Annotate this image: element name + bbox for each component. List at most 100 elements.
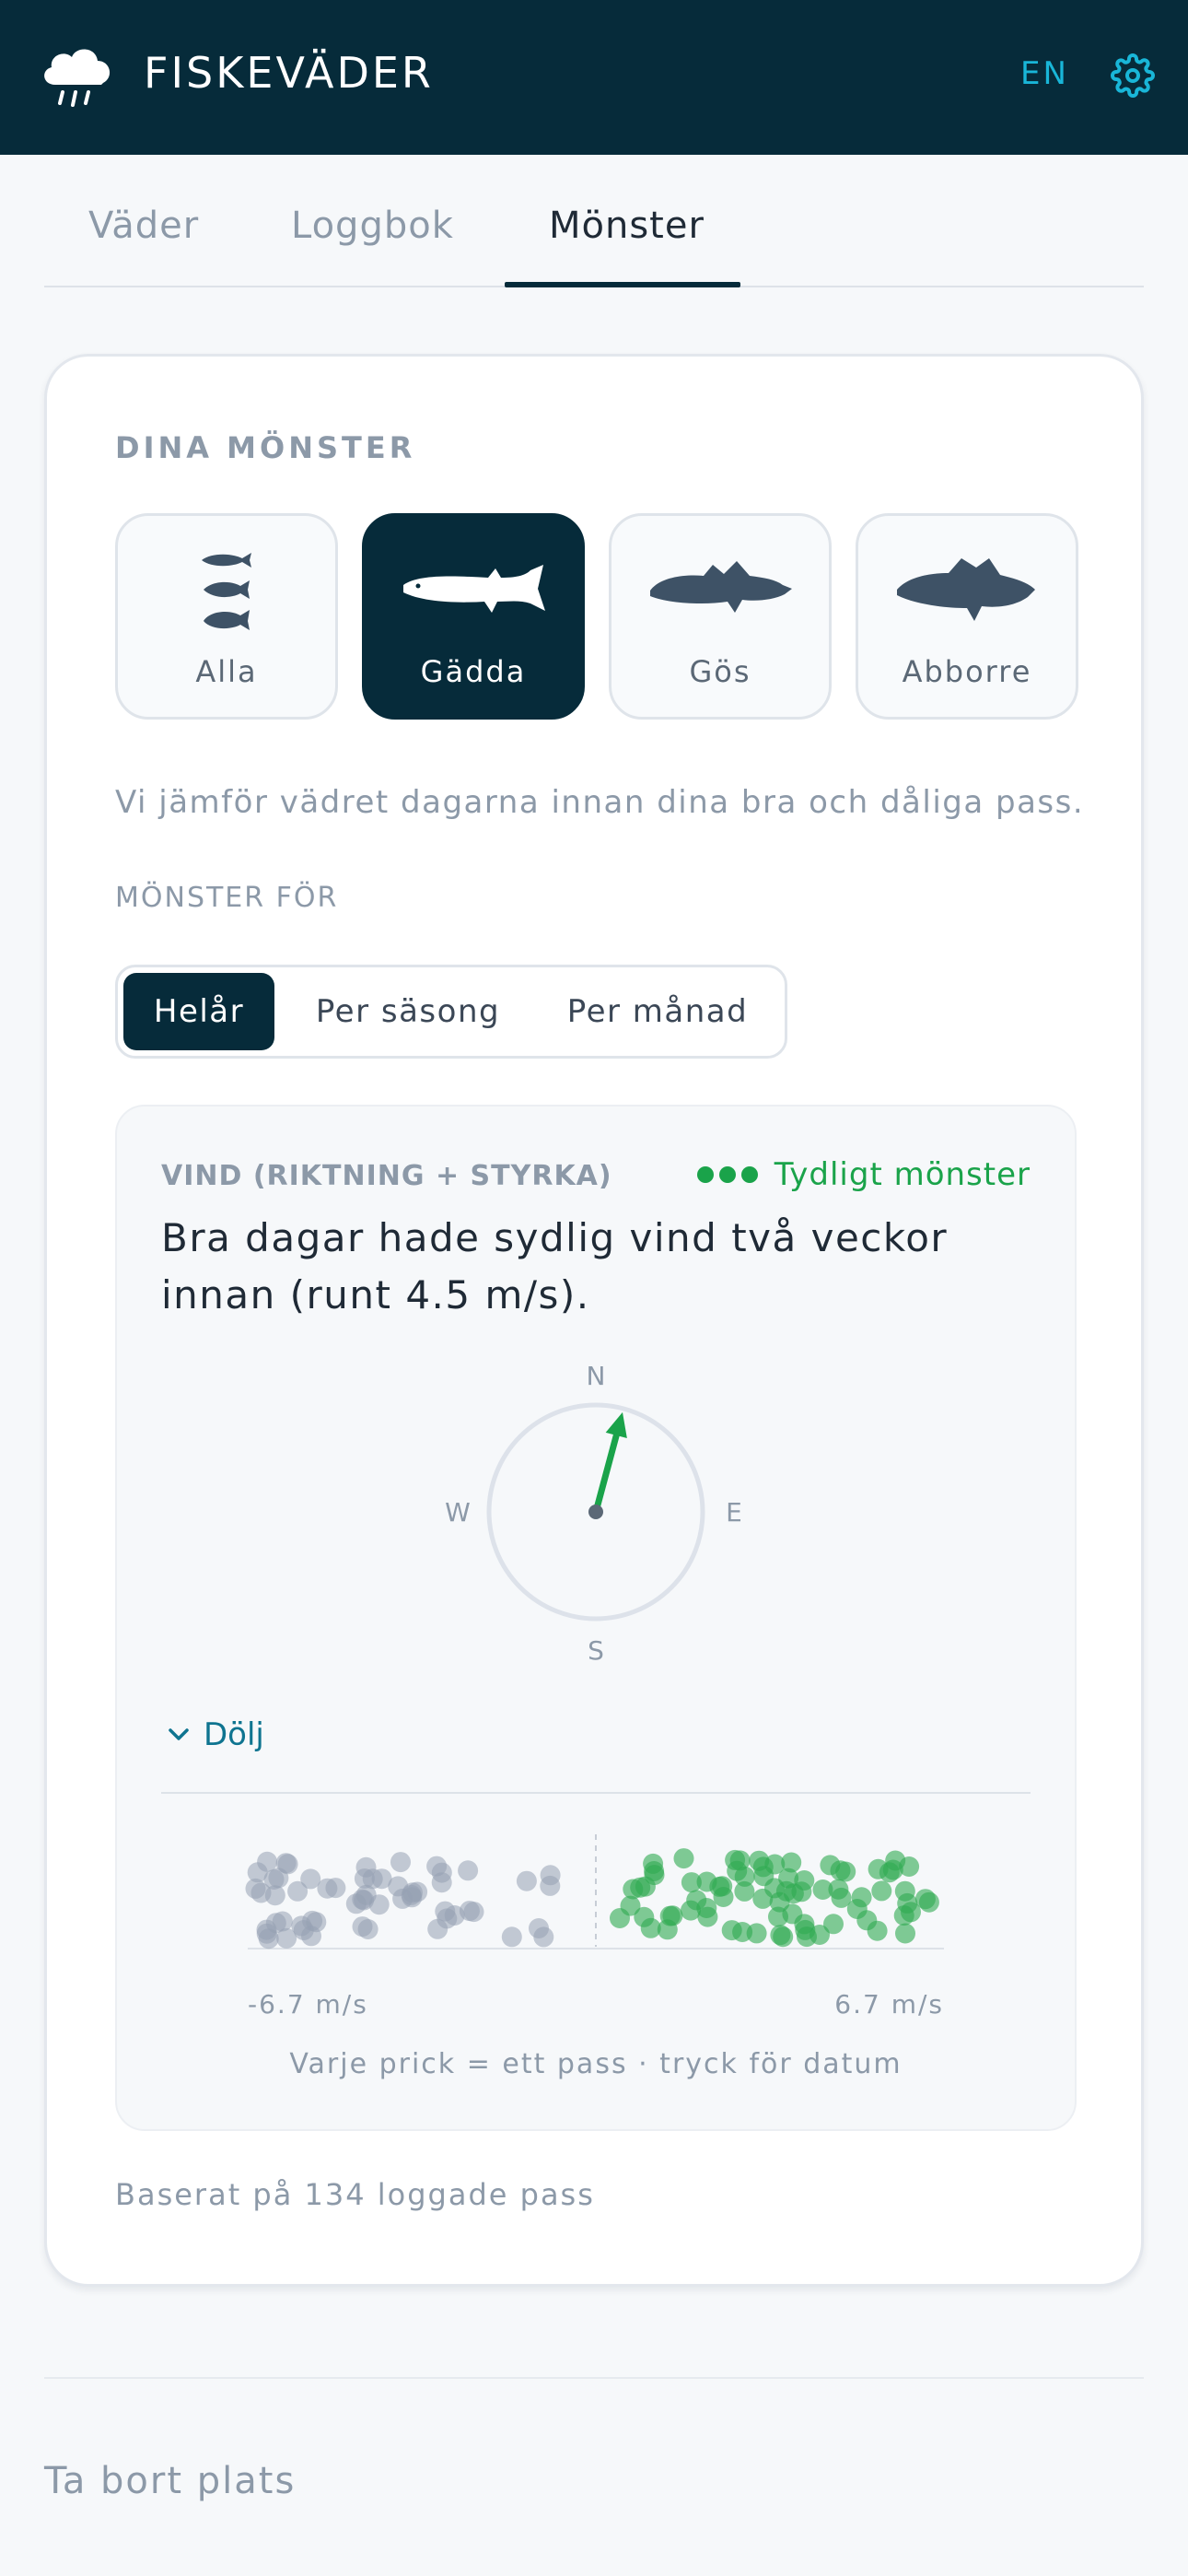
good-pass-dot[interactable] (835, 1861, 856, 1882)
metric-title: VIND (RIKTNING + STYRKA) (161, 1160, 612, 1192)
based-on-text: Baserat på 134 loggade pass (115, 2177, 595, 2212)
bad-pass-dot[interactable] (427, 1918, 448, 1939)
bad-pass-dot[interactable] (287, 1880, 309, 1902)
bad-pass-dot[interactable] (402, 1887, 423, 1908)
period-per-month[interactable]: Per månad (538, 973, 777, 1050)
insight-text: Bra dagar hade sydlig vind två veckor in… (161, 1215, 949, 1317)
strength-dot (740, 1166, 758, 1183)
bad-pass-dot[interactable] (516, 1870, 537, 1891)
species-label: Gädda (420, 654, 527, 689)
section-title: DINA MÖNSTER (115, 430, 416, 465)
species-zander[interactable]: Gös (609, 513, 832, 720)
good-pass-dot[interactable] (773, 1926, 794, 1948)
bad-pass-dot[interactable] (355, 1884, 377, 1905)
bad-pass-dot[interactable] (257, 1851, 278, 1872)
wind-dot-plot[interactable] (227, 1825, 964, 1963)
good-pass-dot[interactable] (721, 1920, 742, 1941)
bad-pass-dot[interactable] (355, 1856, 377, 1878)
good-pass-dot[interactable] (749, 1850, 770, 1871)
bad-pass-dot[interactable] (540, 1875, 561, 1896)
species-pike[interactable]: Gädda (362, 513, 585, 720)
good-pass-dot[interactable] (812, 1879, 833, 1900)
bad-pass-dot[interactable] (529, 1918, 549, 1938)
good-pass-dot[interactable] (644, 1865, 665, 1886)
strength-dot (696, 1166, 714, 1183)
good-pass-dot[interactable] (673, 1848, 694, 1869)
good-pass-dot[interactable] (662, 1905, 683, 1926)
good-pass-dot[interactable] (885, 1850, 906, 1871)
species-all[interactable]: Alla (115, 513, 338, 720)
strength-label: Tydligt mönster (774, 1156, 1031, 1193)
bad-pass-dot[interactable] (431, 1872, 452, 1893)
bad-pass-dot[interactable] (275, 1853, 297, 1874)
good-pass-dot[interactable] (634, 1906, 655, 1927)
species-label: Gös (689, 654, 751, 689)
main-tabs: Väder Loggbok Mönster (44, 184, 1144, 287)
chevron-down-icon (169, 1728, 189, 1740)
hint-text: Varje prick = ett pass · tryck för datum (289, 2048, 903, 2080)
compass-center (588, 1505, 603, 1519)
period-per-season[interactable]: Per säsong (284, 973, 532, 1050)
active-tab-indicator (505, 282, 740, 287)
gear-icon[interactable] (1111, 53, 1155, 98)
hide-toggle[interactable]: Dölj (167, 1716, 264, 1753)
perch-icon (897, 558, 1035, 621)
axis-max-label: 6.7 m/s (834, 1989, 944, 2020)
good-pass-dot[interactable] (696, 1898, 717, 1918)
bad-pass-dot[interactable] (390, 1852, 411, 1873)
good-pass-dot[interactable] (681, 1872, 702, 1893)
wind-pattern-panel: VIND (RIKTNING + STYRKA) Tydligt mönster… (115, 1105, 1077, 2131)
period-selector: Helår Per säsong Per månad (115, 965, 787, 1059)
bad-pass-dot[interactable] (291, 1915, 312, 1937)
compass-e: E (726, 1497, 742, 1528)
bad-pass-dot[interactable] (444, 1905, 465, 1926)
tab-monster[interactable]: Mönster (549, 205, 705, 247)
bad-pass-dot[interactable] (265, 1913, 286, 1934)
rain-cloud-icon (44, 49, 111, 107)
species-perch[interactable]: Abborre (856, 513, 1078, 720)
good-pass-dot[interactable] (727, 1860, 748, 1881)
app-title: FISKEVÄDER (144, 48, 434, 98)
good-pass-dot[interactable] (895, 1923, 915, 1944)
pattern-for-label: MÖNSTER FÖR (115, 882, 339, 914)
footer-divider (44, 2377, 1144, 2379)
good-pass-dot[interactable] (851, 1887, 872, 1908)
zander-icon (650, 561, 792, 613)
tab-loggbok[interactable]: Loggbok (291, 205, 454, 247)
species-label: Abborre (902, 654, 1032, 689)
all-fish-icon (202, 553, 251, 630)
patterns-card: DINA MÖNSTER Alla Gädda Gös Abborre Vi j… (44, 354, 1144, 2287)
delete-location-link[interactable]: Ta bort plats (44, 2460, 296, 2502)
description: Vi jämför vädret dagarna innan dina bra … (115, 784, 1085, 821)
bad-pass-dot[interactable] (357, 1919, 379, 1939)
good-pass-dot[interactable] (809, 1925, 830, 1945)
species-label: Alla (195, 654, 258, 689)
good-pass-dot[interactable] (856, 1910, 878, 1931)
good-pass-dot[interactable] (746, 1923, 767, 1944)
good-pass-dot[interactable] (752, 1888, 774, 1909)
hide-label: Dölj (204, 1716, 264, 1753)
tab-vader[interactable]: Väder (88, 205, 199, 247)
good-pass-dot[interactable] (871, 1880, 892, 1902)
good-pass-dot[interactable] (712, 1876, 733, 1897)
good-pass-dot[interactable] (769, 1891, 790, 1913)
wind-direction-arrow (592, 1411, 627, 1516)
good-pass-dot[interactable] (914, 1889, 936, 1910)
language-button[interactable]: EN (1020, 55, 1069, 92)
axis-min-label: -6.7 m/s (248, 1989, 368, 2020)
bad-pass-dot[interactable] (317, 1878, 338, 1899)
compass-s: S (588, 1635, 604, 1666)
strength-dot (718, 1166, 736, 1183)
good-pass-dot[interactable] (897, 1892, 918, 1914)
divider (161, 1792, 1031, 1794)
app-header: FISKEVÄDER EN (0, 0, 1188, 155)
bad-pass-dot[interactable] (501, 1926, 522, 1948)
pike-icon (403, 565, 545, 613)
pattern-strength: Tydligt mönster (696, 1156, 1031, 1193)
period-full-year[interactable]: Helår (123, 973, 274, 1050)
bad-pass-dot[interactable] (458, 1860, 479, 1881)
compass-n: N (587, 1361, 606, 1391)
good-pass-dot[interactable] (623, 1879, 644, 1900)
good-pass-dot[interactable] (794, 1870, 815, 1891)
compass-w: W (445, 1497, 471, 1528)
